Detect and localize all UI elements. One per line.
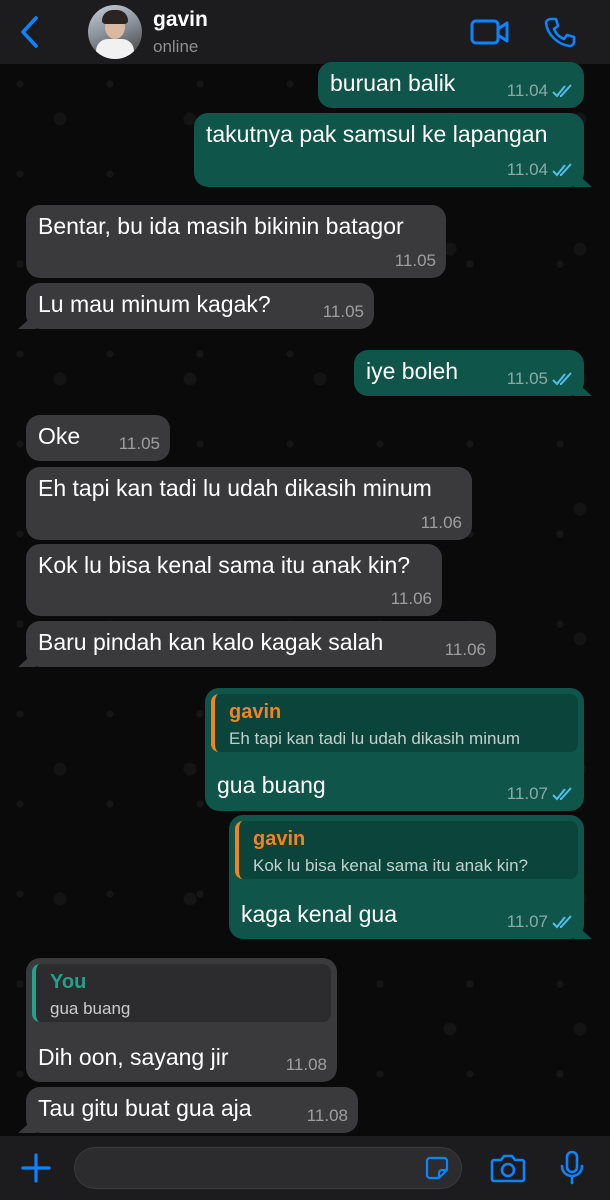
phone-icon (544, 17, 576, 48)
double-check-icon (552, 915, 572, 929)
message-outgoing[interactable]: takutnya pak samsul ke lapangan 11.04 (194, 113, 584, 187)
double-check-icon (552, 84, 572, 98)
message-incoming[interactable]: Eh tapi kan tadi lu udah dikasih minum 1… (26, 467, 472, 540)
message-outgoing[interactable]: buruan balik 11.04 (318, 62, 584, 108)
message-time: 11.08 (285, 1055, 327, 1074)
double-check-icon (552, 163, 572, 177)
message-text: gua buang (217, 772, 326, 798)
quoted-text: gua buang (50, 999, 131, 1018)
message-time: 11.05 (394, 251, 436, 270)
message-time: 11.07 (506, 784, 548, 803)
video-call-button[interactable] (468, 14, 512, 50)
message-text: Bentar, bu ida masih bikinin batagor (38, 213, 404, 239)
message-time: 11.05 (506, 369, 548, 388)
message-incoming[interactable]: Oke 11.05 (26, 415, 170, 461)
message-text: takutnya pak samsul ke lapangan (206, 121, 548, 147)
message-input[interactable] (74, 1147, 462, 1189)
quoted-text: Eh tapi kan tadi lu udah dikasih minum (229, 729, 521, 748)
message-incoming[interactable]: Tau gitu buat gua aja 11.08 (26, 1087, 358, 1133)
message-text: Oke (38, 423, 81, 449)
message-text: kaga kenal gua (241, 901, 398, 927)
voice-call-button[interactable] (538, 14, 582, 50)
back-chevron-icon (21, 16, 38, 48)
quoted-message[interactable]: gavin Kok lu bisa kenal sama itu anak ki… (235, 821, 578, 879)
quoted-sender: You (50, 971, 87, 993)
camera-button[interactable] (488, 1150, 528, 1186)
message-incoming[interactable]: Lu mau minum kagak? 11.05 (26, 283, 374, 329)
contact-avatar[interactable] (88, 5, 142, 59)
quoted-sender: gavin (229, 701, 282, 723)
microphone-icon (560, 1150, 584, 1185)
quoted-message[interactable]: gavin Eh tapi kan tadi lu udah dikasih m… (211, 694, 578, 752)
message-text: Eh tapi kan tadi lu udah dikasih minum (38, 475, 432, 501)
voice-message-button[interactable] (556, 1148, 588, 1188)
message-outgoing-reply[interactable]: gavin Eh tapi kan tadi lu udah dikasih m… (205, 688, 584, 811)
message-time: 11.04 (506, 160, 548, 179)
message-time: 11.06 (444, 640, 486, 659)
video-call-icon (470, 19, 509, 45)
message-time: 11.05 (322, 302, 364, 321)
message-text: Baru pindah kan kalo kagak salah (38, 629, 384, 655)
double-check-icon (552, 372, 572, 386)
sticker-icon[interactable] (425, 1156, 449, 1180)
message-time: 11.04 (506, 81, 548, 100)
back-button[interactable] (14, 14, 44, 50)
quoted-message[interactable]: You gua buang (32, 964, 331, 1022)
message-outgoing[interactable]: iye boleh 11.05 (354, 350, 584, 396)
message-time: 11.07 (506, 912, 548, 931)
message-incoming[interactable]: Bentar, bu ida masih bikinin batagor 11.… (26, 205, 446, 278)
contact-status: online (153, 37, 199, 56)
message-outgoing-reply[interactable]: gavin Kok lu bisa kenal sama itu anak ki… (229, 815, 584, 939)
message-text: iye boleh (366, 358, 459, 384)
contact-name[interactable]: gavin (153, 8, 208, 32)
message-incoming[interactable]: Kok lu bisa kenal sama itu anak kin? 11.… (26, 544, 442, 616)
message-incoming[interactable]: Baru pindah kan kalo kagak salah 11.06 (26, 621, 496, 667)
message-incoming-reply[interactable]: You gua buang Dih oon, sayang jir 11.08 (26, 958, 337, 1082)
message-time: 11.06 (390, 589, 432, 608)
double-check-icon (552, 787, 572, 801)
message-text: Dih oon, sayang jir (38, 1044, 229, 1070)
attach-button[interactable] (16, 1148, 56, 1188)
message-text: Tau gitu buat gua aja (38, 1095, 252, 1121)
message-text: Kok lu bisa kenal sama itu anak kin? (38, 552, 411, 578)
message-text: buruan balik (330, 70, 456, 96)
message-time: 11.08 (306, 1106, 348, 1125)
message-time: 11.05 (118, 434, 160, 453)
message-input-bar (0, 1136, 610, 1200)
message-time: 11.06 (420, 513, 462, 532)
camera-icon (490, 1154, 526, 1183)
plus-icon (21, 1153, 51, 1183)
quoted-text: Kok lu bisa kenal sama itu anak kin? (253, 856, 528, 875)
message-text: Lu mau minum kagak? (38, 291, 271, 317)
chat-header: gavin online (0, 0, 610, 64)
quoted-sender: gavin (253, 828, 306, 850)
